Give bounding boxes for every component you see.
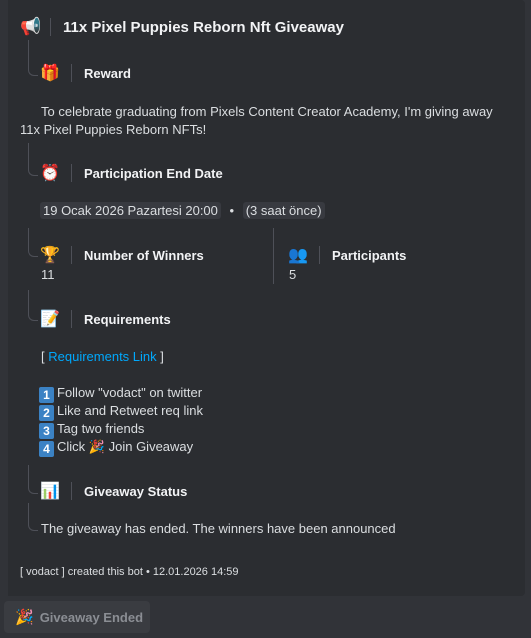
end-date-label: Participation End Date: [84, 165, 223, 181]
winners-header: 🏆 Number of Winners: [39, 243, 204, 267]
number-3-icon: 3: [39, 423, 54, 439]
winners-value: 11: [41, 267, 55, 282]
gift-icon: 🎁: [40, 65, 60, 82]
reward-header: 🎁 Reward: [39, 61, 131, 85]
giveaway-ended-button[interactable]: 🎉 Giveaway Ended: [4, 601, 150, 633]
section-divider: [71, 64, 72, 82]
status-header: 📊 Giveaway Status: [39, 479, 187, 503]
section-divider: [71, 246, 72, 264]
requirement-item-4: 4 Click 🎉 Join Giveaway: [39, 438, 193, 457]
section-divider: [71, 310, 72, 328]
tree-connector: [28, 143, 38, 176]
reward-text-line1: To celebrate graduating from Pixels Cont…: [41, 104, 493, 119]
embed-footer: [ vodact ] created this bot • 12.01.2026…: [20, 566, 239, 578]
status-text: The giveaway has ended. The winners have…: [41, 521, 396, 536]
reward-label: Reward: [84, 65, 131, 81]
requirements-link-row: [ Requirements Link ]: [41, 348, 164, 366]
date-separator: •: [229, 203, 235, 218]
tree-connector: [28, 40, 38, 76]
requirement-item-3: 3 Tag two friends: [39, 420, 144, 439]
tree-connector: [28, 228, 38, 257]
end-date-header: ⏰ Participation End Date: [39, 161, 223, 185]
title-divider: [50, 18, 51, 36]
bracket-close: ]: [160, 349, 164, 364]
bracket-open: [: [41, 349, 45, 364]
requirements-link[interactable]: Requirements Link: [48, 349, 156, 364]
reward-text-line2: 11x Pixel Puppies Reborn NFTs!: [20, 122, 207, 137]
requirement-text: Follow "vodact" on twitter: [57, 385, 203, 400]
embed-title-row: 📢 11x Pixel Puppies Reborn Nft Giveaway: [20, 14, 344, 40]
trophy-icon: 🏆: [40, 247, 60, 264]
memo-icon: 📝: [40, 311, 60, 328]
requirements-header: 📝 Requirements: [39, 307, 171, 331]
end-date-value: 19 Ocak 2026 Pazartesi 20:00 • (3 saat ö…: [40, 202, 325, 220]
participants-label: Participants: [332, 247, 407, 263]
requirement-item-2: 2 Like and Retweet req link: [39, 402, 203, 421]
requirement-item-1: 1 Follow "vodact" on twitter: [39, 384, 202, 403]
section-divider: [319, 246, 320, 264]
requirement-text: Like and Retweet req link: [57, 403, 203, 418]
requirement-text-before: Click: [57, 439, 86, 454]
requirement-text-after: Join Giveaway: [108, 439, 194, 454]
participants-header: 👥 Participants: [287, 243, 406, 267]
tree-connector: [28, 290, 38, 321]
tree-connector: [28, 465, 38, 494]
tree-connector: [28, 503, 38, 531]
requirement-text: Tag two friends: [57, 421, 145, 436]
bar-chart-icon: 📊: [40, 483, 60, 500]
giveaway-embed: 📢 11x Pixel Puppies Reborn Nft Giveaway …: [8, 0, 525, 596]
participants-value: 5: [289, 267, 297, 282]
embed-title: 11x Pixel Puppies Reborn Nft Giveaway: [63, 18, 344, 36]
winners-label: Number of Winners: [84, 247, 204, 263]
end-date-timestamp[interactable]: 19 Ocak 2026 Pazartesi 20:00: [40, 202, 221, 219]
end-date-relative[interactable]: (3 saat önce): [242, 202, 325, 219]
number-2-icon: 2: [39, 405, 54, 421]
alarm-clock-icon: ⏰: [40, 165, 60, 182]
party-popper-icon: 🎉: [15, 609, 34, 626]
giveaway-ended-label: Giveaway Ended: [39, 609, 144, 625]
megaphone-icon: 📢: [20, 17, 42, 36]
column-divider: [273, 228, 274, 284]
number-4-icon: 4: [39, 441, 54, 457]
section-divider: [71, 482, 72, 500]
section-divider: [71, 164, 72, 182]
number-1-icon: 1: [39, 387, 54, 403]
busts-icon: 👥: [288, 247, 308, 264]
requirements-label: Requirements: [84, 311, 171, 327]
party-popper-icon: 🎉: [88, 439, 105, 454]
status-label: Giveaway Status: [84, 483, 188, 499]
